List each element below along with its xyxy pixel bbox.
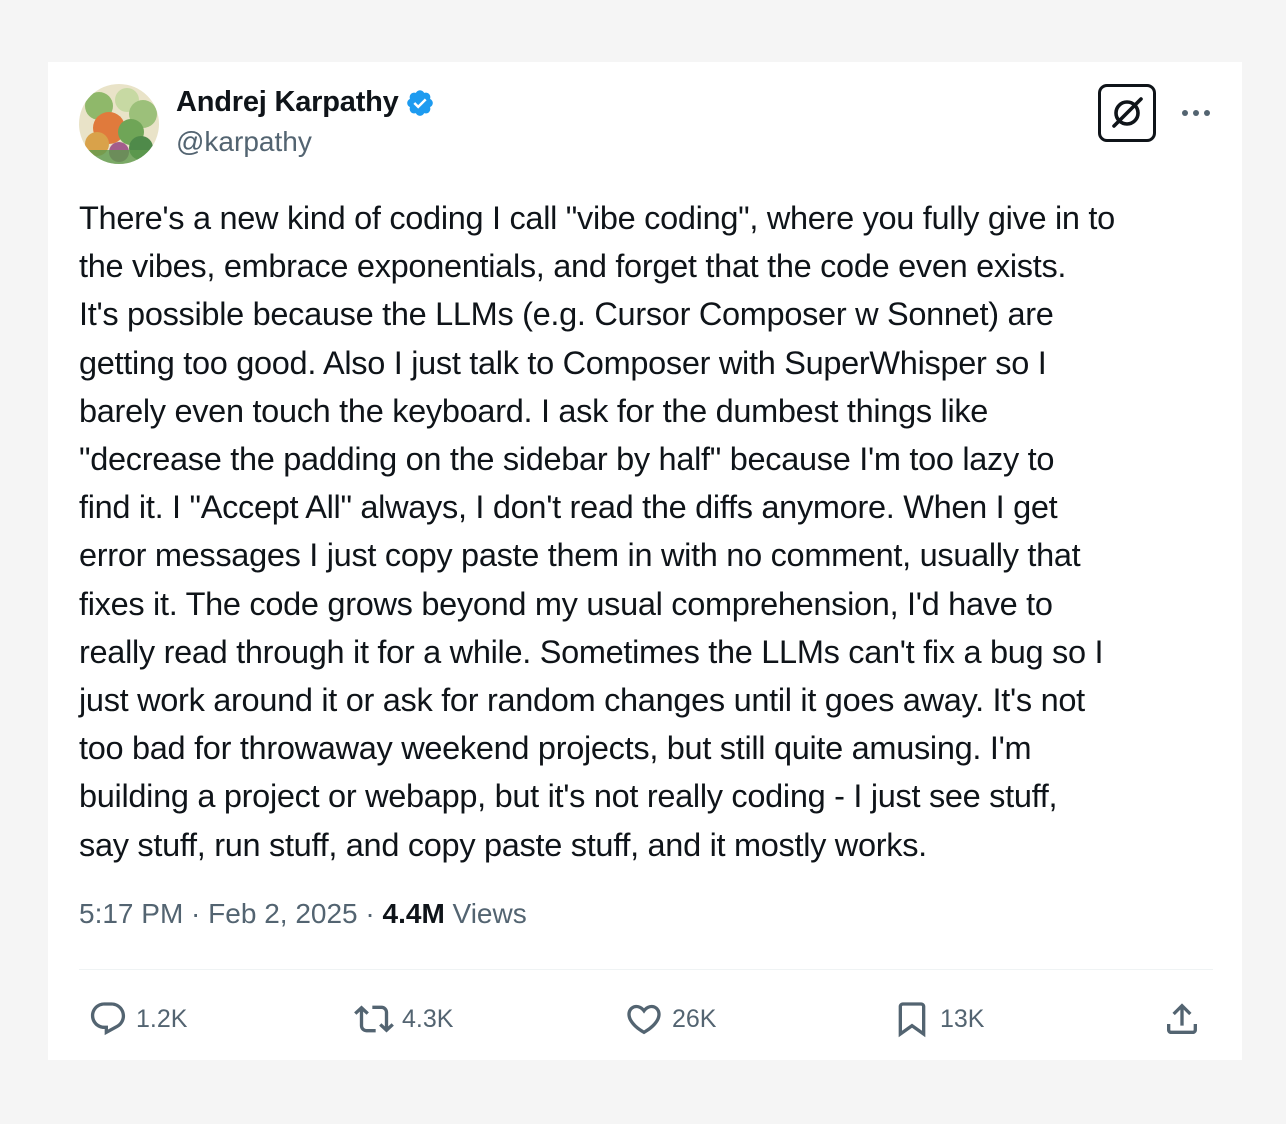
divider xyxy=(79,969,1213,970)
tweet-text-line: error messages I just copy paste them in… xyxy=(79,537,1081,574)
tweet-text-line: just work around it or ask for random ch… xyxy=(79,682,1085,719)
tweet-date[interactable]: Feb 2, 2025 xyxy=(208,898,357,929)
views-label: Views xyxy=(444,898,527,929)
bookmark-icon xyxy=(898,1002,926,1038)
tweet-text: There's a new kind of coding I call "vib… xyxy=(79,194,1229,869)
like-count: 26K xyxy=(672,1004,717,1033)
tweet-text-line: barely even touch the keyboard. I ask fo… xyxy=(79,392,989,429)
share-button[interactable] xyxy=(1162,997,1202,1041)
tweet-text-line: building a project or webapp, but it's n… xyxy=(79,778,1058,815)
tweet-time[interactable]: 5:17 PM xyxy=(79,898,183,929)
tweet-text-line: find it. I "Accept All" always, I don't … xyxy=(79,489,1058,526)
author-name[interactable]: Andrej Karpathy xyxy=(176,86,399,119)
views-count: 4.4M xyxy=(382,898,445,929)
like-button[interactable]: 26K xyxy=(624,997,716,1041)
repost-count: 4.3K xyxy=(402,1004,454,1033)
speech-bubble-icon xyxy=(90,1002,126,1036)
more-options-button[interactable] xyxy=(1176,96,1216,126)
meta-separator: · xyxy=(183,898,209,929)
tweet-card: Andrej Karpathy @karpathy There's a new … xyxy=(48,62,1242,1060)
heart-icon xyxy=(627,1004,661,1035)
tweet-text-line: the vibes, embrace exponentials, and for… xyxy=(79,248,1067,285)
tweet-text-line: "decrease the padding on the sidebar by … xyxy=(79,441,1055,478)
share-upload-icon xyxy=(1167,1003,1197,1034)
repost-arrows-icon xyxy=(354,1005,394,1033)
avatar[interactable] xyxy=(79,84,159,164)
grok-slash-icon xyxy=(1112,97,1143,128)
bookmark-count: 13K xyxy=(940,1004,985,1033)
tweet-text-line: There's a new kind of coding I call "vib… xyxy=(79,200,1115,236)
more-dots-icon xyxy=(1182,110,1210,116)
tweet-text-line: getting too good. Also I just talk to Co… xyxy=(79,344,1047,381)
tweet-text-line: say stuff, run stuff, and copy paste stu… xyxy=(79,826,927,863)
reply-button[interactable]: 1.2K xyxy=(88,997,187,1041)
tweet-text-line: It's possible because the LLMs (e.g. Cur… xyxy=(79,296,1054,333)
reply-count: 1.2K xyxy=(136,1004,188,1033)
verified-badge-icon[interactable] xyxy=(405,88,435,118)
author-handle[interactable]: @karpathy xyxy=(176,126,312,158)
tweet-text-line: really read through it for a while. Some… xyxy=(79,633,1104,670)
tweet-text-line: too bad for throwaway weekend projects, … xyxy=(79,730,1032,767)
bookmark-button[interactable]: 13K xyxy=(892,997,984,1041)
author-name-row: Andrej Karpathy xyxy=(176,86,435,119)
grok-button[interactable] xyxy=(1098,84,1156,142)
tweet-meta: 5:17 PM · Feb 2, 2025 · 4.4M Views xyxy=(79,898,527,930)
meta-separator: · xyxy=(357,898,383,929)
repost-button[interactable]: 4.3K xyxy=(354,997,453,1041)
tweet-text-line: fixes it. The code grows beyond my usual… xyxy=(79,585,1053,622)
